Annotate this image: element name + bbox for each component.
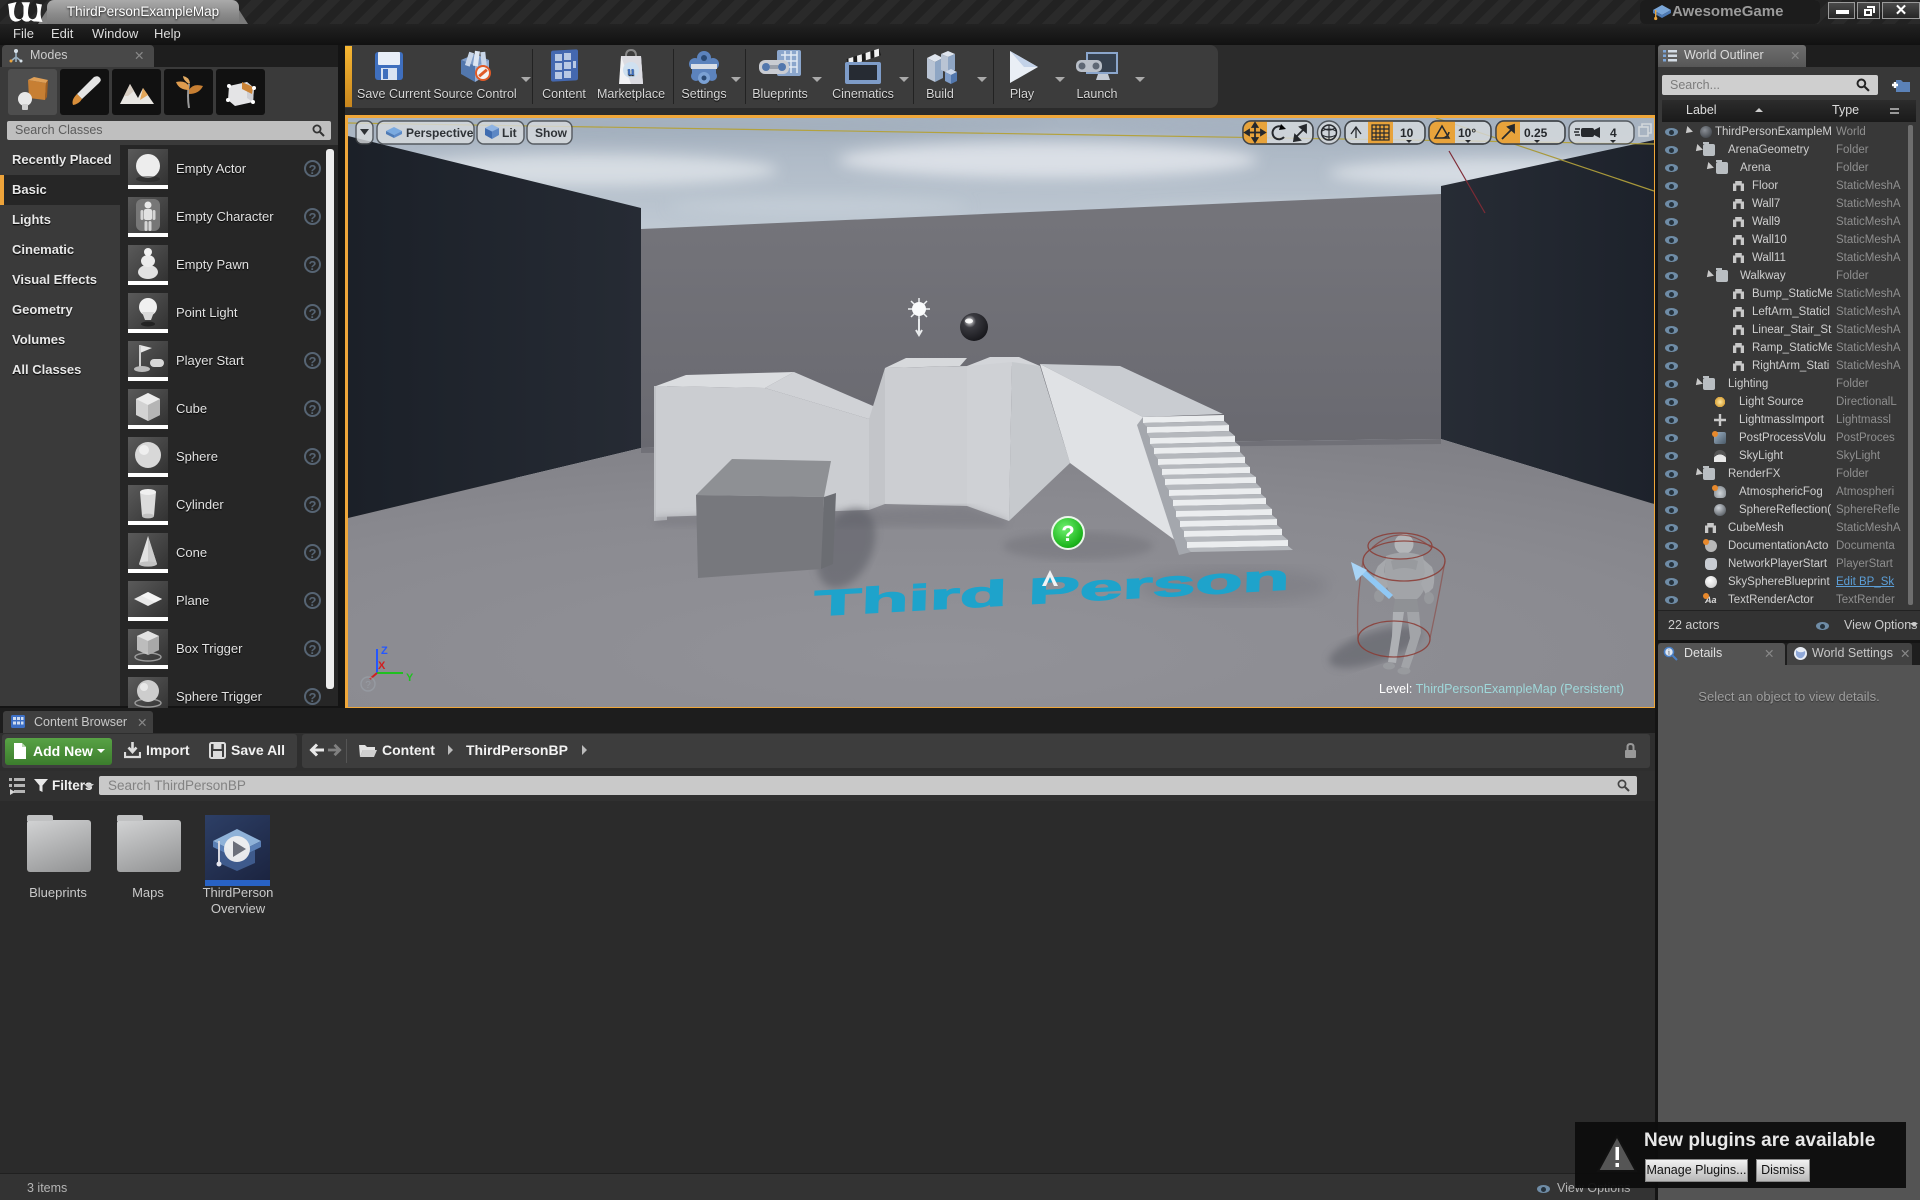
svg-text:Lit: Lit: [502, 126, 517, 140]
svg-text:X: X: [378, 660, 386, 672]
svg-text:0.25: 0.25: [1524, 126, 1548, 140]
svg-text:Y: Y: [406, 672, 414, 684]
svg-text:Show: Show: [535, 126, 568, 140]
svg-text:?: ?: [1061, 521, 1074, 546]
svg-text:Perspective: Perspective: [406, 126, 474, 140]
svg-text:u: u: [627, 63, 634, 78]
svg-text:4: 4: [1610, 126, 1617, 140]
svg-text:Z: Z: [381, 645, 388, 657]
svg-text:Level: ThirdPersonExampleMap (: Level: ThirdPersonExampleMap (Persistent…: [1379, 682, 1624, 696]
svg-text:i: i: [1668, 649, 1670, 657]
svg-text:10: 10: [1400, 126, 1414, 140]
svg-text:?: ?: [365, 680, 371, 691]
svg-text:10°: 10°: [1458, 126, 1476, 140]
